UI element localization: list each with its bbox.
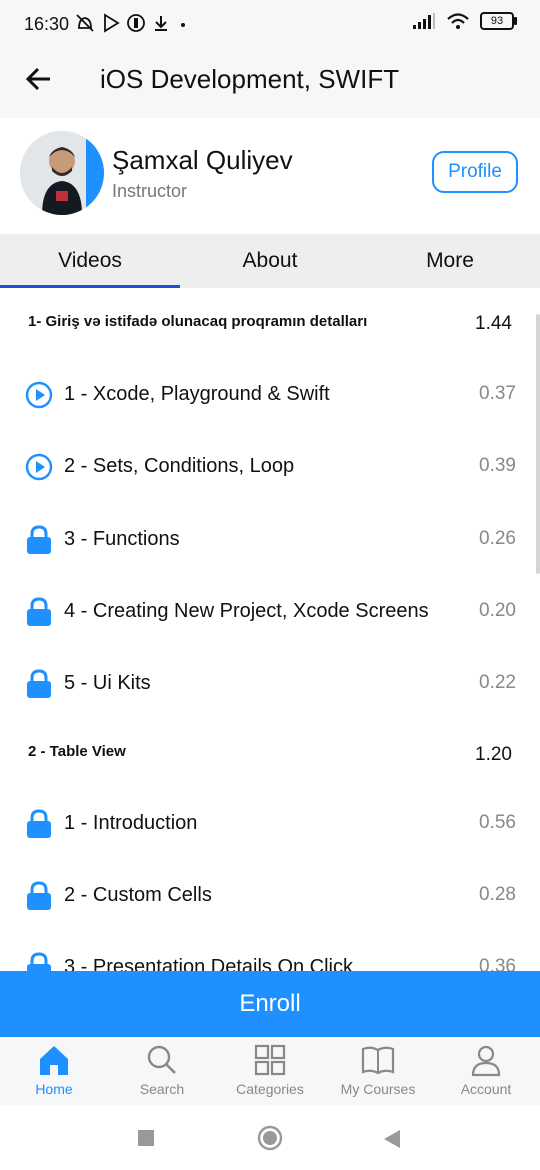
app-bar: iOS Development, SWIFT — [0, 40, 540, 119]
search-icon — [147, 1045, 176, 1074]
lock-icon — [27, 669, 51, 698]
wifi-icon — [447, 13, 469, 29]
muted-alarm-icon — [76, 14, 94, 32]
status-bar: 16:30 93 — [0, 0, 540, 40]
lesson-title: 3 - Functions — [64, 528, 180, 550]
lesson-duration: 0.39 — [479, 455, 516, 476]
avatar-image — [20, 131, 104, 215]
section-duration: 1.20 — [475, 744, 512, 765]
lesson-row[interactable]: 1 - Introduction 0.56 — [0, 788, 540, 860]
bottom-nav: Home Search Categories My Courses Accoun… — [0, 1037, 540, 1105]
instructor-name: Şamxal Quliyev — [112, 145, 293, 175]
avatar — [20, 131, 104, 215]
play-store-icon — [104, 13, 120, 33]
tab-bar: Videos About More — [0, 234, 540, 288]
lock-icon — [27, 809, 51, 838]
lesson-row[interactable]: 5 - Ui Kits 0.22 — [0, 648, 540, 720]
account-icon — [471, 1045, 501, 1077]
page-title: iOS Development, SWIFT — [100, 64, 400, 94]
lock-icon — [27, 881, 51, 910]
play-circle-icon[interactable] — [25, 452, 53, 482]
lock-icon — [27, 952, 51, 971]
system-nav-bar — [0, 1105, 540, 1170]
categories-icon — [254, 1044, 286, 1076]
lesson-row[interactable]: 1 - Xcode, Playground & Swift 0.37 — [0, 360, 540, 432]
nav-categories[interactable]: Categories — [216, 1037, 324, 1105]
back-triangle-icon[interactable] — [382, 1129, 402, 1149]
lesson-row[interactable]: 2 - Sets, Conditions, Loop 0.39 — [0, 432, 540, 504]
lesson-duration: 0.37 — [479, 383, 516, 404]
lesson-duration: 0.28 — [479, 884, 516, 905]
nav-home[interactable]: Home — [0, 1037, 108, 1105]
lesson-duration: 0.22 — [479, 672, 516, 693]
nav-my-courses[interactable]: My Courses — [324, 1037, 432, 1105]
lesson-row[interactable]: 3 - Presentation Details On Click 0.36 — [0, 932, 540, 971]
lesson-title: 5 - Ui Kits — [64, 672, 151, 694]
back-arrow-icon[interactable] — [22, 62, 56, 96]
home-button-icon[interactable] — [257, 1125, 283, 1151]
home-icon — [40, 1046, 68, 1075]
instructor-card: Şamxal Quliyev Instructor Profile — [0, 118, 540, 234]
lock-icon — [27, 525, 51, 554]
nav-label: My Courses — [340, 1081, 416, 1097]
section-header[interactable]: 2 - Table View 1.20 — [0, 720, 540, 792]
instructor-role: Instructor — [112, 181, 188, 201]
lesson-row[interactable]: 3 - Functions 0.26 — [0, 504, 540, 576]
tab-about[interactable]: About — [180, 234, 360, 288]
lesson-duration: 0.36 — [479, 956, 516, 971]
lesson-duration: 0.56 — [479, 812, 516, 833]
download-icon — [155, 16, 167, 31]
lesson-title: 2 - Sets, Conditions, Loop — [64, 455, 295, 477]
tab-videos[interactable]: Videos — [0, 234, 180, 288]
lock-icon — [27, 597, 51, 626]
nav-label: Search — [139, 1081, 185, 1097]
lesson-title: 2 - Custom Cells — [64, 884, 212, 906]
section-title: 2 - Table View — [28, 743, 126, 760]
section-header[interactable]: 1- Giriş və istifadə olunacaq proqramın … — [0, 288, 540, 360]
recents-icon[interactable] — [137, 1129, 155, 1147]
enroll-button[interactable]: Enroll — [0, 971, 540, 1037]
nav-search[interactable]: Search — [108, 1037, 216, 1105]
section-title: 1- Giriş və istifadə olunacaq proqramın … — [28, 313, 368, 330]
dot-icon — [181, 23, 185, 27]
profile-button[interactable]: Profile — [432, 151, 518, 193]
lesson-title: 1 - Xcode, Playground & Swift — [64, 383, 330, 405]
status-time: 16:30 — [24, 14, 70, 34]
lesson-duration: 0.20 — [479, 600, 516, 621]
app-badge-icon — [127, 14, 145, 32]
nav-account[interactable]: Account — [432, 1037, 540, 1105]
lesson-title: 4 - Creating New Project, Xcode Screens — [64, 600, 429, 622]
nav-label: Categories — [236, 1081, 304, 1097]
nav-label: Home — [35, 1081, 73, 1097]
lesson-list[interactable]: 1- Giriş və istifadə olunacaq proqramın … — [0, 288, 540, 971]
book-icon — [361, 1046, 395, 1075]
tab-more[interactable]: More — [360, 234, 540, 288]
lesson-title: 1 - Introduction — [64, 812, 198, 834]
signal-icon — [413, 13, 435, 29]
lesson-row[interactable]: 2 - Custom Cells 0.28 — [0, 860, 540, 932]
lesson-row[interactable]: 4 - Creating New Project, Xcode Screens … — [0, 576, 540, 648]
lesson-title: 3 - Presentation Details On Click — [64, 956, 354, 971]
section-duration: 1.44 — [475, 313, 512, 334]
nav-label: Account — [460, 1081, 512, 1097]
play-circle-icon[interactable] — [25, 380, 53, 410]
lesson-duration: 0.26 — [479, 528, 516, 549]
battery-icon: 93 — [480, 12, 517, 30]
